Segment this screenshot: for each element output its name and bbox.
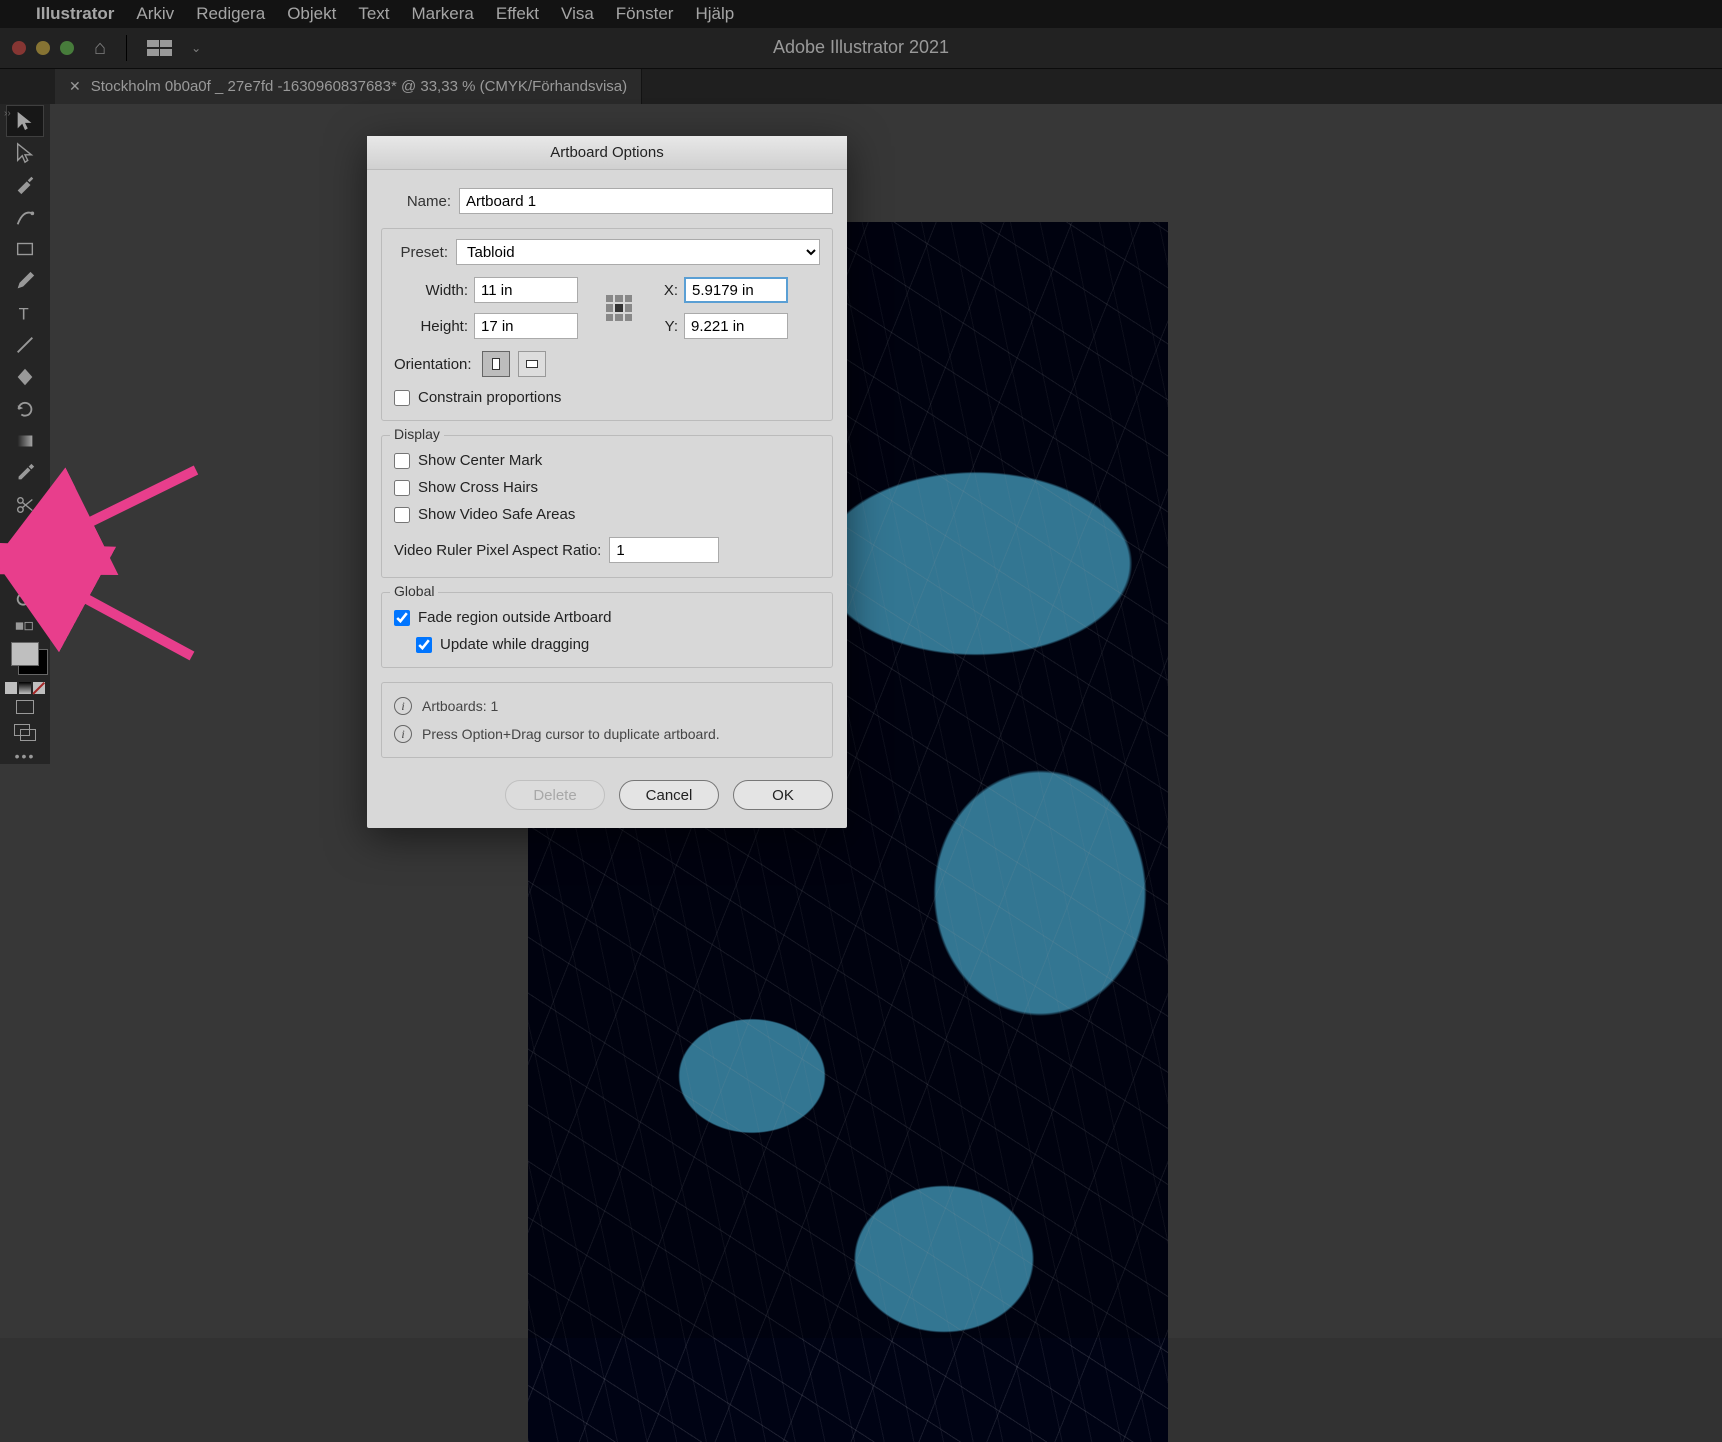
x-label: X: xyxy=(654,282,684,299)
pen-tool[interactable] xyxy=(7,170,43,200)
traffic-lights xyxy=(12,41,74,55)
orientation-landscape-button[interactable] xyxy=(518,351,546,377)
x-input[interactable] xyxy=(684,277,788,303)
screen-mode-icon[interactable] xyxy=(14,724,36,740)
y-input[interactable] xyxy=(684,313,788,339)
show-cross-hairs-checkbox[interactable] xyxy=(394,480,410,496)
zoom-tool[interactable] xyxy=(7,586,43,616)
show-video-safe-checkbox[interactable] xyxy=(394,507,410,523)
width-label: Width: xyxy=(394,282,474,299)
macos-menubar: Illustrator Arkiv Redigera Objekt Text M… xyxy=(0,0,1722,28)
canvas-area[interactable] xyxy=(0,104,1722,1338)
ok-button[interactable]: OK xyxy=(733,780,833,810)
aspect-ratio-label: Video Ruler Pixel Aspect Ratio: xyxy=(394,542,601,559)
curvature-tool[interactable] xyxy=(7,202,43,232)
duplicate-hint: Press Option+Drag cursor to duplicate ar… xyxy=(422,726,720,742)
color-mode-icons[interactable] xyxy=(5,682,45,694)
gradient-tool[interactable] xyxy=(7,426,43,456)
selection-tool[interactable] xyxy=(7,106,43,136)
show-center-mark-checkbox[interactable] xyxy=(394,453,410,469)
fill-stroke-toggle-icon[interactable] xyxy=(7,618,43,636)
orientation-label: Orientation: xyxy=(394,356,474,373)
eyedropper-tool[interactable] xyxy=(7,458,43,488)
close-window-icon[interactable] xyxy=(12,41,26,55)
rectangle-tool[interactable] xyxy=(7,234,43,264)
fade-region-label: Fade region outside Artboard xyxy=(418,609,611,626)
minimize-window-icon[interactable] xyxy=(36,41,50,55)
annotation-arrow-1 xyxy=(56,464,206,559)
divider xyxy=(126,35,127,61)
dialog-title: Artboard Options xyxy=(367,136,847,170)
height-label: Height: xyxy=(394,318,474,335)
chevron-down-icon[interactable]: ⌄ xyxy=(191,41,201,55)
menu-fonster[interactable]: Fönster xyxy=(616,4,674,24)
document-tab-label: Stockholm 0b0a0f _ 27e7fd -1630960837683… xyxy=(91,78,627,95)
global-fieldset: Global Fade region outside Artboard Upda… xyxy=(381,592,833,668)
global-legend: Global xyxy=(390,583,438,599)
info-icon: i xyxy=(394,697,412,715)
fade-region-checkbox[interactable] xyxy=(394,610,410,626)
shape-builder-tool[interactable] xyxy=(7,362,43,392)
info-icon: i xyxy=(394,725,412,743)
paintbrush-tool[interactable] xyxy=(7,266,43,296)
width-input[interactable] xyxy=(474,277,578,303)
direct-selection-tool[interactable] xyxy=(7,138,43,168)
show-cross-hairs-label: Show Cross Hairs xyxy=(418,479,538,496)
hand-tool[interactable] xyxy=(7,522,43,552)
name-input[interactable] xyxy=(459,188,833,214)
menu-objekt[interactable]: Objekt xyxy=(287,4,336,24)
line-tool[interactable] xyxy=(7,330,43,360)
y-label: Y: xyxy=(654,318,684,335)
update-dragging-label: Update while dragging xyxy=(440,636,589,653)
menu-text[interactable]: Text xyxy=(358,4,389,24)
show-center-mark-label: Show Center Mark xyxy=(418,452,542,469)
toolbar-expand-icon[interactable]: ›› xyxy=(4,108,11,119)
show-video-safe-label: Show Video Safe Areas xyxy=(418,506,575,523)
artboard-options-dialog: Artboard Options Name: Preset: Tabloid W… xyxy=(367,136,847,828)
fill-stroke-swatch[interactable] xyxy=(11,642,39,666)
preset-label: Preset: xyxy=(394,244,448,261)
constrain-proportions-label: Constrain proportions xyxy=(418,389,561,406)
artboards-count: Artboards: 1 xyxy=(422,698,498,714)
preset-select[interactable]: Tabloid xyxy=(456,239,820,265)
cancel-button[interactable]: Cancel xyxy=(619,780,719,810)
svg-text:T: T xyxy=(19,305,29,323)
window-chrome: ⌂ ⌄ Adobe Illustrator 2021 xyxy=(0,28,1722,68)
document-tab[interactable]: ✕ Stockholm 0b0a0f _ 27e7fd -16309608376… xyxy=(55,69,642,104)
menu-hjalp[interactable]: Hjälp xyxy=(695,4,734,24)
artboard-tool[interactable] xyxy=(7,554,43,584)
maximize-window-icon[interactable] xyxy=(60,41,74,55)
size-fieldset: Preset: Tabloid Width: X: Height: xyxy=(381,228,833,421)
home-icon[interactable]: ⌂ xyxy=(94,37,106,60)
aspect-ratio-input[interactable] xyxy=(609,537,719,563)
more-tools-icon[interactable]: ••• xyxy=(15,748,36,764)
menu-redigera[interactable]: Redigera xyxy=(196,4,265,24)
rotate-tool[interactable] xyxy=(7,394,43,424)
type-tool[interactable]: T xyxy=(7,298,43,328)
delete-button: Delete xyxy=(505,780,605,810)
app-name[interactable]: Illustrator xyxy=(36,4,114,24)
menu-visa[interactable]: Visa xyxy=(561,4,594,24)
name-label: Name: xyxy=(381,193,451,210)
reference-point-selector[interactable] xyxy=(606,295,632,321)
draw-mode-icon[interactable] xyxy=(16,700,34,714)
window-title: Adobe Illustrator 2021 xyxy=(773,37,949,58)
info-fieldset: i Artboards: 1 i Press Option+Drag curso… xyxy=(381,682,833,758)
height-input[interactable] xyxy=(474,313,578,339)
annotation-arrow-2 xyxy=(52,570,212,675)
display-fieldset: Display Show Center Mark Show Cross Hair… xyxy=(381,435,833,578)
arrange-documents-icon[interactable] xyxy=(147,40,173,56)
menu-markera[interactable]: Markera xyxy=(412,4,474,24)
menu-arkiv[interactable]: Arkiv xyxy=(136,4,174,24)
scissors-tool[interactable] xyxy=(7,490,43,520)
document-tabbar: ✕ Stockholm 0b0a0f _ 27e7fd -16309608376… xyxy=(0,68,1722,104)
update-dragging-checkbox[interactable] xyxy=(416,637,432,653)
orientation-portrait-button[interactable] xyxy=(482,351,510,377)
tools-panel: T ••• xyxy=(0,104,50,764)
constrain-proportions-checkbox[interactable] xyxy=(394,390,410,406)
close-tab-icon[interactable]: ✕ xyxy=(69,78,81,95)
menu-effekt[interactable]: Effekt xyxy=(496,4,539,24)
display-legend: Display xyxy=(390,426,444,442)
